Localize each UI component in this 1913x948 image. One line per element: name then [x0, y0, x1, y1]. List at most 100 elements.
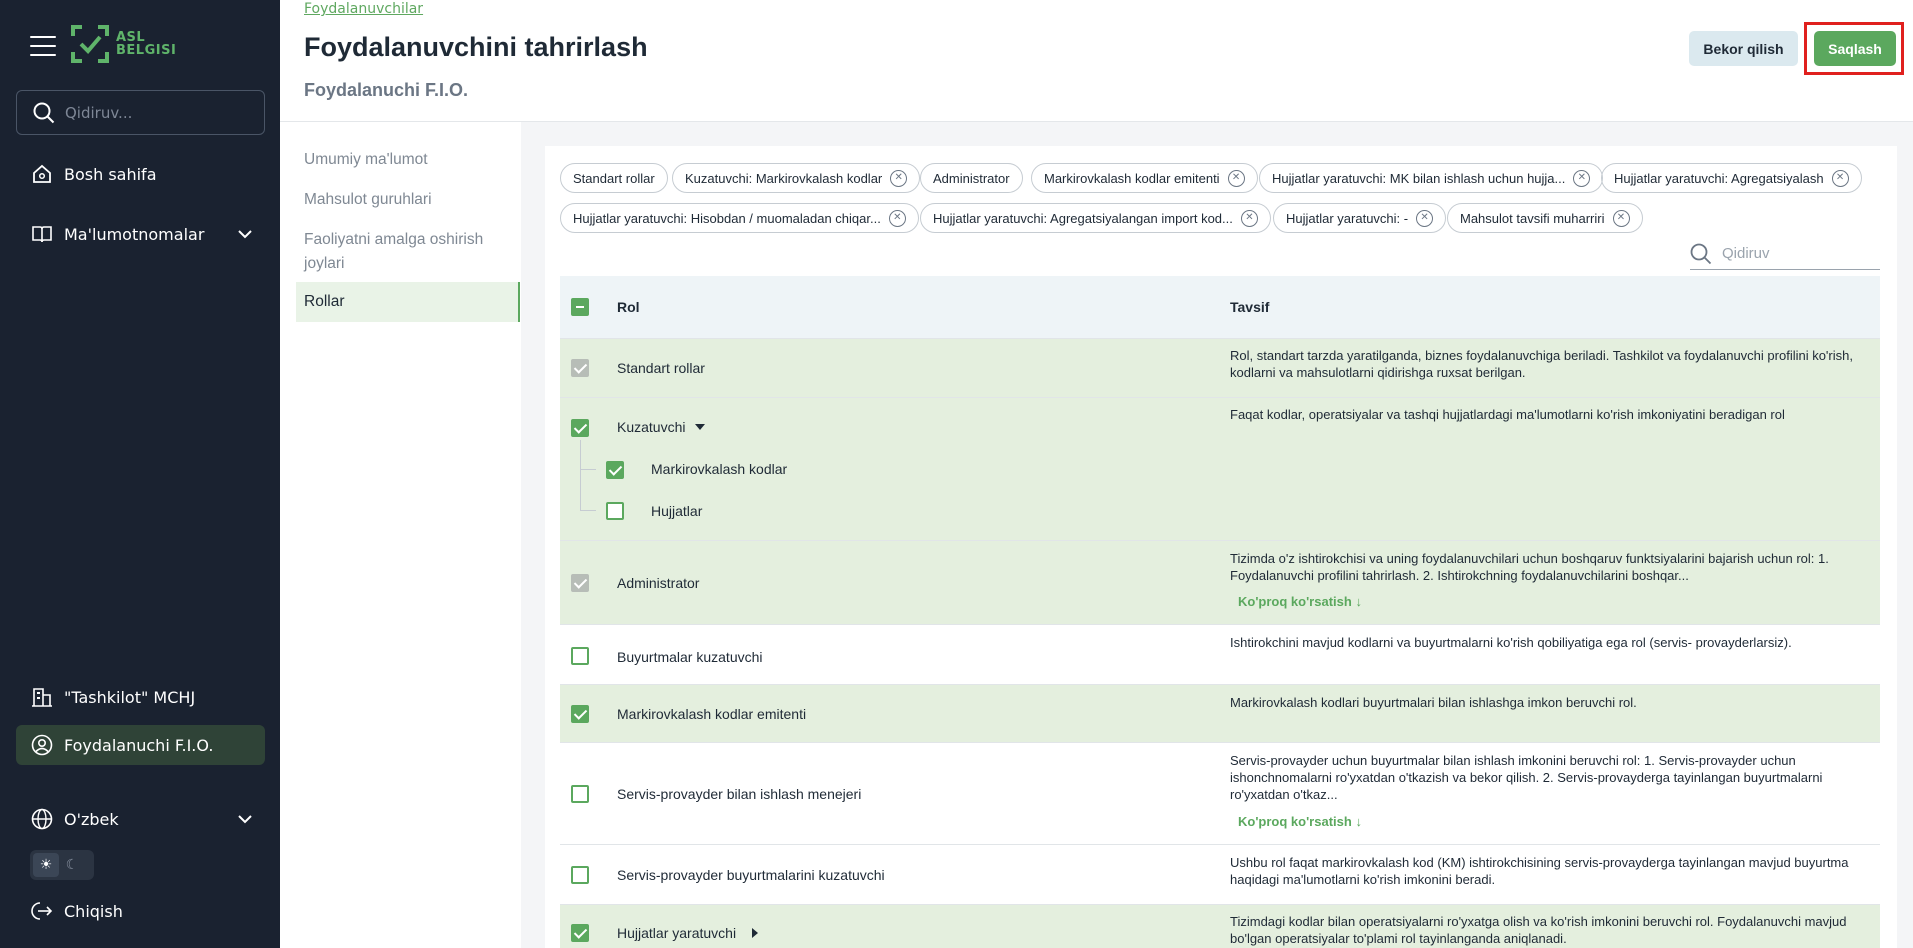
caret-down-icon[interactable] — [694, 422, 706, 432]
roles-search-placeholder: Qidiruv — [1722, 245, 1770, 262]
table-row[interactable]: Markirovkalash kodlar emitenti Markirovk… — [560, 684, 1880, 742]
column-header-role: Rol — [617, 299, 640, 315]
remove-chip-icon[interactable]: ✕ — [1612, 209, 1630, 227]
nav-user-profile[interactable]: Foydalanuchi F.I.O. — [16, 725, 265, 765]
logo[interactable]: ASL BELGISI — [70, 24, 176, 64]
role-description: Markirovkalash kodlari buyurtmalari bila… — [1230, 695, 1637, 710]
chip-label: Hujjatlar yaratuvchi: Hisobdan / muomala… — [573, 210, 881, 226]
remove-chip-icon[interactable]: ✕ — [1240, 209, 1258, 227]
arrow-down-icon: ↓ — [1355, 594, 1362, 609]
column-header-description: Tavsif — [1230, 299, 1270, 315]
selected-role-chip: Hujjatlar yaratuvchi: Agregatsiyalangan … — [920, 203, 1271, 233]
table-row[interactable]: Servis-provayder buyurtmalarini kuzatuvc… — [560, 844, 1880, 904]
selected-role-chip: Standart rollar — [560, 163, 668, 193]
role-checkbox[interactable] — [571, 705, 589, 723]
globe-icon — [30, 807, 54, 831]
sun-icon[interactable]: ☀ — [33, 853, 59, 877]
roles-search-input[interactable]: Qidiruv — [1690, 238, 1880, 270]
breadcrumb-users[interactable]: Foydalanuvchilar — [304, 1, 423, 17]
logo-mark-icon — [71, 25, 109, 63]
page-title: Foydalanuvchini tahrirlash — [304, 32, 648, 62]
logo-line2: BELGISI — [116, 43, 177, 58]
book-icon — [30, 222, 54, 246]
select-all-checkbox[interactable] — [571, 298, 589, 316]
chevron-down-icon — [238, 230, 252, 239]
moon-icon[interactable]: ☾ — [59, 853, 85, 877]
search-placeholder: Qidiruv... — [65, 103, 133, 122]
nav-home-label: Bosh sahifa — [64, 164, 157, 184]
logo-text: ASL BELGISI — [116, 31, 176, 57]
chip-label: Hujjatlar yaratuvchi: - — [1286, 210, 1409, 226]
nav-organization[interactable]: "Tashkilot" MCHJ — [16, 677, 265, 717]
subrole-checkbox[interactable] — [606, 461, 624, 479]
selected-role-chip: Hujjatlar yaratuvchi: - ✕ — [1273, 203, 1447, 233]
search-icon — [33, 102, 55, 123]
nav-user-label: Foydalanuchi F.I.O. — [64, 735, 214, 755]
language-label: O'zbek — [64, 809, 119, 829]
show-more-link[interactable]: Ko'proq ko'rsatish ↓ — [1238, 814, 1362, 829]
nav-references[interactable]: Ma'lumotnomalar — [16, 214, 265, 254]
logout-button[interactable]: Chiqish — [16, 891, 265, 931]
building-icon — [30, 685, 54, 709]
role-checkbox[interactable] — [571, 647, 589, 665]
selected-role-chip: Hujjatlar yaratuvchi: MK bilan ishlash u… — [1259, 163, 1604, 193]
tab-general[interactable]: Umumiy ma'lumot — [296, 148, 520, 172]
table-row[interactable]: Administrator Tizimda o'z ishtirokchisi … — [560, 540, 1880, 624]
remove-chip-icon[interactable]: ✕ — [1416, 209, 1434, 227]
nav-home[interactable]: Bosh sahifa — [16, 154, 265, 194]
role-checkbox[interactable] — [571, 866, 589, 884]
role-name: Administrator — [617, 575, 700, 591]
tab-locations[interactable]: Faoliyatni amalga oshirish joylari — [296, 228, 496, 276]
caret-right-icon[interactable] — [750, 927, 760, 939]
table-row[interactable]: Servis-provayder bilan ishlash menejeri … — [560, 742, 1880, 844]
chip-label: Hujjatlar yaratuvchi: Agregatsiyalash — [1614, 170, 1824, 186]
remove-chip-icon[interactable]: ✕ — [890, 169, 908, 187]
role-checkbox[interactable] — [571, 785, 589, 803]
table-row[interactable]: Standart rollar Rol, standart tarzda yar… — [560, 338, 1880, 397]
remove-chip-icon[interactable]: ✕ — [1573, 169, 1591, 187]
logout-label: Chiqish — [64, 901, 123, 921]
language-selector[interactable]: O'zbek — [16, 799, 265, 839]
tree-line — [580, 440, 581, 510]
tab-product-groups[interactable]: Mahsulot guruhlari — [296, 188, 520, 212]
role-description: Ushbu rol faqat markirovkalash kod (KM) … — [1230, 855, 1849, 887]
role-checkbox[interactable] — [571, 924, 589, 942]
role-checkbox — [571, 359, 589, 377]
save-button[interactable]: Saqlash — [1814, 31, 1896, 66]
tree-line — [580, 510, 596, 511]
role-description: Servis-provayder uchun buyurtmalar bilan… — [1230, 753, 1823, 802]
role-name: Hujjatlar yaratuvchi — [617, 925, 737, 941]
tab-roles[interactable]: Rollar — [296, 282, 520, 322]
role-name: Servis-provayder buyurtmalarini kuzatuvc… — [617, 867, 885, 883]
home-icon — [30, 162, 54, 186]
hamburger-menu-icon[interactable] — [30, 36, 56, 56]
role-name: Servis-provayder bilan ishlash menejeri — [617, 786, 862, 802]
logout-icon — [30, 899, 54, 923]
search-icon — [1690, 243, 1712, 264]
role-description: Ishtirokchini mavjud kodlarni va buyurtm… — [1230, 635, 1792, 650]
remove-chip-icon[interactable]: ✕ — [1227, 169, 1245, 187]
chip-label: Standart rollar — [573, 170, 655, 186]
theme-toggle[interactable]: ☀ ☾ — [30, 850, 94, 880]
show-more-label: Ko'proq ko'rsatish — [1238, 594, 1352, 609]
selected-role-chip: Administrator — [920, 163, 1023, 193]
remove-chip-icon[interactable]: ✕ — [1831, 169, 1849, 187]
table-row[interactable]: Kuzatuvchi Faqat kodlar, operatsiyalar v… — [560, 397, 1880, 540]
selected-role-chip: Markirovkalash kodlar emitenti ✕ — [1031, 163, 1258, 193]
subrole-checkbox[interactable] — [606, 502, 624, 520]
selected-role-chip: Mahsulot tavsifi muharriri ✕ — [1447, 203, 1643, 233]
table-row[interactable]: Buyurtmalar kuzatuvchi Ishtirokchini mav… — [560, 624, 1880, 684]
chip-label: Mahsulot tavsifi muharriri — [1460, 210, 1605, 226]
nav-organization-label: "Tashkilot" MCHJ — [64, 687, 196, 707]
role-checkbox[interactable] — [571, 419, 589, 437]
table-row[interactable]: Hujjatlar yaratuvchi Tizimdagi kodlar bi… — [560, 904, 1880, 948]
cancel-button[interactable]: Bekor qilish — [1689, 31, 1798, 66]
chip-label: Kuzatuvchi: Markirovkalash kodlar — [685, 170, 883, 186]
subrole-name: Hujjatlar — [651, 503, 703, 519]
remove-chip-icon[interactable]: ✕ — [888, 209, 906, 227]
show-more-link[interactable]: Ko'proq ko'rsatish ↓ — [1238, 594, 1362, 609]
sidebar-search-input[interactable]: Qidiruv... — [16, 90, 265, 135]
role-description: Rol, standart tarzda yaratilganda, bizne… — [1230, 348, 1853, 380]
role-name: Kuzatuvchi — [617, 419, 686, 435]
selected-role-chip: Hujjatlar yaratuvchi: Agregatsiyalash ✕ — [1601, 163, 1862, 193]
